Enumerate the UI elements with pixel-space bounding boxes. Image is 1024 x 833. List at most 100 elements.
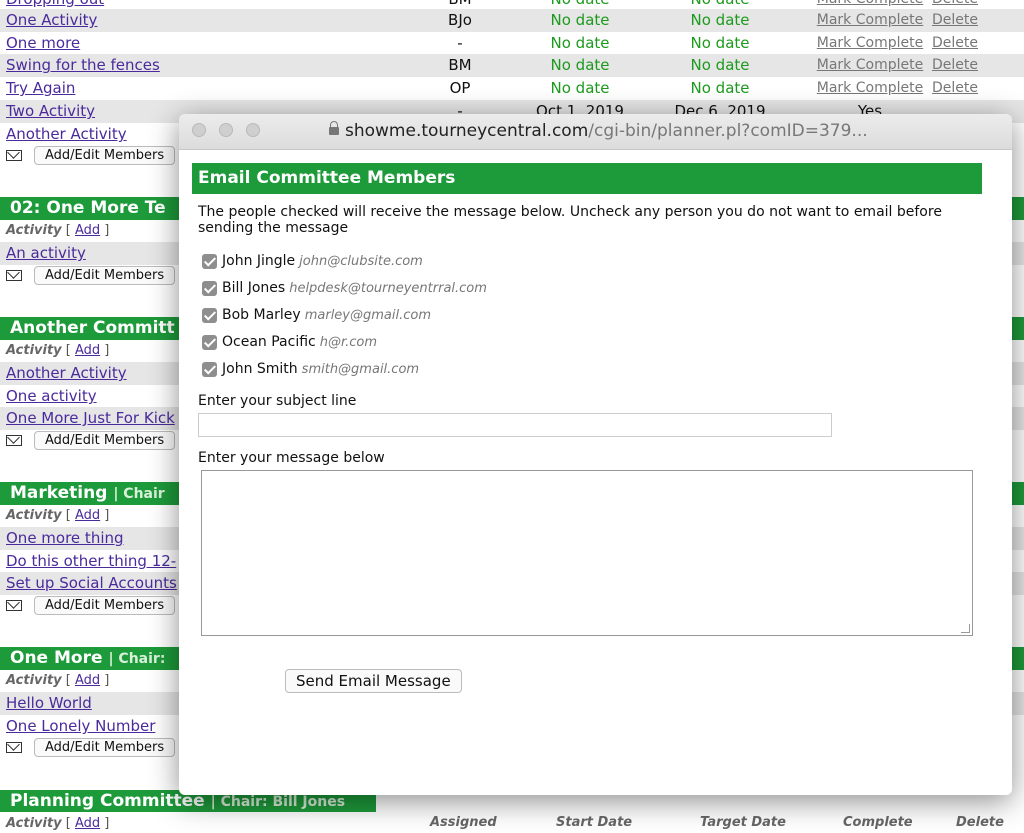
- start-date-cell: No date: [550, 34, 610, 52]
- url-path: /cgi-bin/planner.pl?comID=379...: [588, 121, 868, 141]
- activity-link[interactable]: Another Activity: [6, 123, 127, 146]
- activity-link[interactable]: Hello World: [6, 692, 92, 715]
- committee-title: Another Committ: [10, 318, 175, 338]
- target-date-cell: No date: [690, 11, 750, 29]
- mail-icon[interactable]: [6, 742, 22, 753]
- activity-link[interactable]: Set up Social Accounts: [6, 572, 177, 595]
- activity-label: Activity: [6, 508, 62, 523]
- add-edit-members-button[interactable]: Add/Edit Members: [34, 596, 176, 615]
- mark-complete-link[interactable]: Mark Complete: [805, 32, 935, 55]
- zoom-window-button[interactable]: [246, 123, 260, 137]
- assigned-cell: OP: [449, 79, 471, 97]
- activity-link[interactable]: Do this other thing 12-: [6, 550, 176, 573]
- member-email: john@clubsite.com: [299, 254, 423, 269]
- member-checkbox[interactable]: [202, 253, 217, 269]
- members-line: Add/Edit Members: [6, 266, 176, 288]
- add-activity-link[interactable]: Add: [75, 508, 100, 523]
- url-bar[interactable]: showme.tourneycentral.com/cgi-bin/planne…: [329, 121, 868, 141]
- members-line: Add/Edit Members: [6, 738, 176, 760]
- activity-link[interactable]: One Activity: [6, 9, 97, 32]
- table-row: Try Again OP No date No date Mark Comple…: [0, 77, 1024, 100]
- committee-title: Planning Committee: [10, 791, 205, 811]
- member-name: John Smith: [222, 361, 298, 377]
- delete-link[interactable]: Delete: [920, 54, 990, 77]
- target-date-cell: No date: [690, 56, 750, 74]
- member-email: smith@gmail.com: [301, 362, 420, 377]
- mark-complete-link[interactable]: Mark Complete: [805, 77, 935, 100]
- add-edit-members-button[interactable]: Add/Edit Members: [34, 738, 176, 757]
- activity-link[interactable]: One Lonely Number: [6, 715, 155, 738]
- mail-icon[interactable]: [6, 270, 22, 281]
- activity-link[interactable]: One more: [6, 32, 80, 55]
- member-checklist: John Jingle john@clubsite.com Bill Jones h…: [202, 248, 982, 383]
- members-line: Add/Edit Members: [6, 146, 176, 168]
- url-host: showme.tourneycentral.com: [345, 121, 589, 141]
- resize-handle-icon[interactable]: [961, 624, 970, 633]
- message-label: Enter your message below: [198, 450, 385, 466]
- column-header-assigned: Assigned: [430, 815, 497, 830]
- subject-label: Enter your subject line: [198, 393, 357, 409]
- member-row: Bob Marley marley@gmail.com: [202, 302, 982, 329]
- activity-link[interactable]: One More Just For Kick: [6, 407, 175, 430]
- members-line: Add/Edit Members: [6, 596, 176, 618]
- target-date-cell: No date: [690, 79, 750, 97]
- activity-add-line: Activity [ Add ]: [6, 673, 110, 688]
- member-row: Ocean Pacific h@r.com: [202, 329, 982, 356]
- add-activity-link[interactable]: Add: [75, 223, 100, 238]
- start-date-cell: No date: [550, 79, 610, 97]
- member-name: John Jingle: [222, 253, 296, 269]
- add-edit-members-button[interactable]: Add/Edit Members: [34, 266, 176, 285]
- mail-icon[interactable]: [6, 435, 22, 446]
- add-activity-link[interactable]: Add: [75, 673, 100, 688]
- member-checkbox[interactable]: [202, 280, 217, 296]
- member-name: Bill Jones: [222, 280, 286, 296]
- activity-label: Activity: [6, 223, 62, 238]
- member-name: Bob Marley: [222, 307, 301, 323]
- start-date-cell: No date: [550, 11, 610, 29]
- members-line: Add/Edit Members: [6, 431, 176, 453]
- activity-link[interactable]: Two Activity: [6, 100, 95, 123]
- add-activity-link[interactable]: Add: [75, 343, 100, 358]
- delete-link[interactable]: Delete: [920, 77, 990, 100]
- email-popup-window: showme.tourneycentral.com/cgi-bin/planne…: [179, 114, 1012, 795]
- activity-link[interactable]: Swing for the fences: [6, 54, 160, 77]
- target-date-cell: No date: [690, 34, 750, 52]
- start-date-cell: No date: [550, 56, 610, 74]
- mark-complete-link[interactable]: Mark Complete: [805, 54, 935, 77]
- delete-link[interactable]: Delete: [920, 32, 990, 55]
- assigned-cell: -: [457, 34, 463, 52]
- mark-complete-link[interactable]: Mark Complete: [805, 9, 935, 32]
- member-checkbox[interactable]: [202, 334, 217, 350]
- activity-label: Activity: [6, 343, 62, 358]
- mail-icon[interactable]: [6, 600, 22, 611]
- member-row: John Jingle john@clubsite.com: [202, 248, 982, 275]
- add-edit-members-button[interactable]: Add/Edit Members: [34, 146, 176, 165]
- activity-link[interactable]: Another Activity: [6, 362, 127, 385]
- table-row: One Activity BJo No date No date Mark Co…: [0, 9, 1024, 32]
- lock-icon: [329, 121, 339, 135]
- committee-title: Marketing: [10, 483, 108, 503]
- activity-label: Activity: [6, 673, 62, 688]
- add-edit-members-button[interactable]: Add/Edit Members: [34, 431, 176, 450]
- send-email-button[interactable]: Send Email Message: [285, 669, 462, 693]
- member-name: Ocean Pacific: [222, 334, 316, 350]
- window-titlebar: showme.tourneycentral.com/cgi-bin/planne…: [179, 114, 1012, 150]
- minimize-window-button[interactable]: [219, 123, 233, 137]
- message-textarea[interactable]: [201, 470, 973, 636]
- activity-link[interactable]: Try Again: [6, 77, 75, 100]
- subject-input[interactable]: [198, 413, 832, 437]
- table-row: Swing for the fences BM No date No date …: [0, 54, 1024, 77]
- activity-link[interactable]: One activity: [6, 385, 97, 408]
- activity-link[interactable]: An activity: [6, 242, 86, 265]
- close-window-button[interactable]: [192, 123, 206, 137]
- delete-link[interactable]: Delete: [920, 9, 990, 32]
- member-email: helpdesk@tourneyentrral.com: [289, 281, 487, 296]
- committee-chair: | Chair: Bill Jones: [210, 794, 346, 810]
- table-row: One more - No date No date Mark Complete…: [0, 32, 1024, 55]
- mail-icon[interactable]: [6, 150, 22, 161]
- activity-link[interactable]: One more thing: [6, 527, 124, 550]
- member-checkbox[interactable]: [202, 307, 217, 323]
- column-header-start: Start Date: [556, 815, 633, 830]
- assigned-cell: BM: [448, 56, 472, 74]
- member-checkbox[interactable]: [202, 361, 217, 377]
